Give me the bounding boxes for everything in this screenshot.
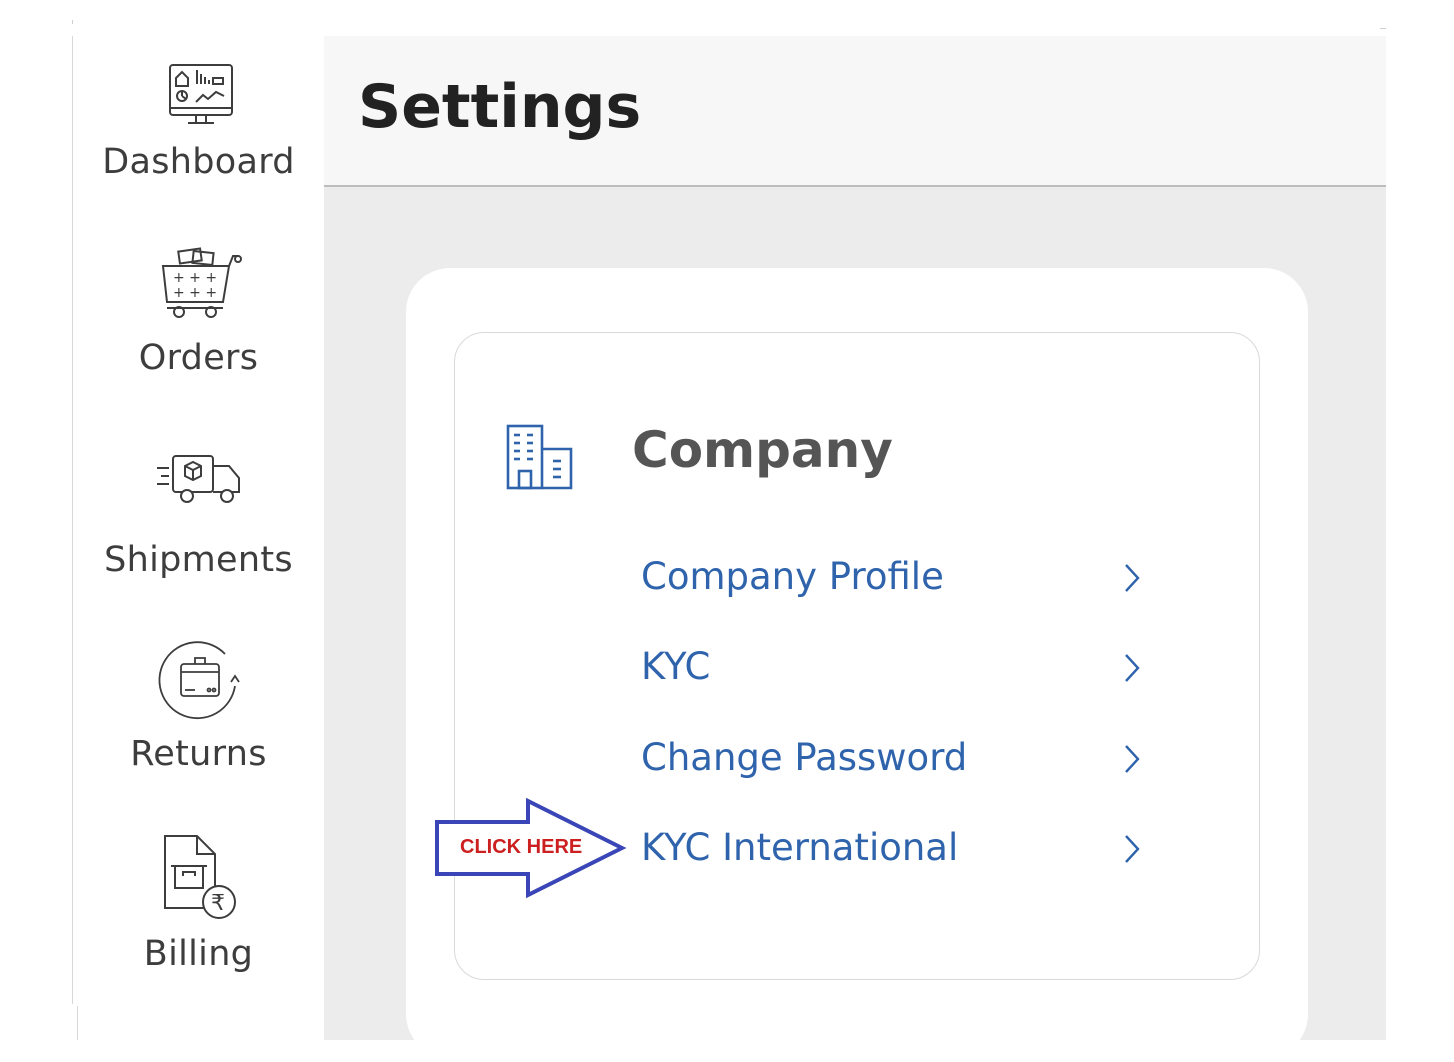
section-title: Company: [632, 421, 893, 479]
dashboard-monitor-icon: [169, 64, 233, 124]
sidebar-item-returns[interactable]: Returns: [73, 634, 324, 794]
delivery-truck-icon: [157, 455, 240, 503]
link-label: KYC International: [641, 826, 959, 869]
change-password-link[interactable]: Change Password: [641, 728, 1161, 788]
sidebar-item-billing[interactable]: ₹ Billing: [73, 830, 324, 990]
sidebar-item-label: Shipments: [104, 540, 293, 580]
invoice-rupee-icon: ₹: [164, 835, 236, 919]
svg-text:₹: ₹: [211, 891, 225, 916]
link-label: Company Profile: [641, 555, 944, 598]
frame-mark: [72, 20, 73, 24]
annotation-label: CLICK HERE: [460, 836, 583, 858]
return-box-icon: [158, 641, 240, 720]
sidebar-item-shipments[interactable]: Shipments: [73, 436, 324, 596]
page-title: Settings: [358, 72, 642, 142]
sidebar: Dashboard + + + + + + Orders Shipments R…: [73, 36, 324, 1040]
sidebar-item-label: Dashboard: [102, 142, 295, 182]
sidebar-item-dashboard[interactable]: Dashboard: [73, 36, 324, 196]
svg-text:+ + +: + + +: [173, 285, 217, 301]
building-icon: [506, 424, 573, 490]
shopping-cart-icon: + + + + + +: [161, 247, 242, 318]
chevron-right-icon: [1125, 564, 1140, 592]
page-header: Settings: [324, 36, 1386, 187]
kyc-international-link[interactable]: KYC International: [641, 818, 1161, 878]
sidebar-border: [72, 36, 73, 1004]
frame-mark: [1380, 28, 1386, 29]
sidebar-item-label: Orders: [138, 338, 259, 378]
kyc-link[interactable]: KYC: [641, 637, 1161, 697]
company-profile-link[interactable]: Company Profile: [641, 547, 1161, 607]
svg-text:+ + +: + + +: [173, 270, 217, 286]
sidebar-item-orders[interactable]: + + + + + + Orders: [73, 236, 324, 396]
link-label: Change Password: [641, 736, 968, 779]
chevron-right-icon: [1125, 654, 1140, 682]
sidebar-border: [77, 1006, 78, 1040]
settings-card: Company Company Profile KYC Change Passw…: [406, 268, 1308, 1058]
chevron-right-icon: [1125, 835, 1140, 863]
sidebar-item-label: Returns: [130, 734, 267, 774]
link-label: KYC: [641, 645, 711, 688]
sidebar-item-label: Billing: [143, 934, 254, 974]
chevron-right-icon: [1125, 745, 1140, 773]
